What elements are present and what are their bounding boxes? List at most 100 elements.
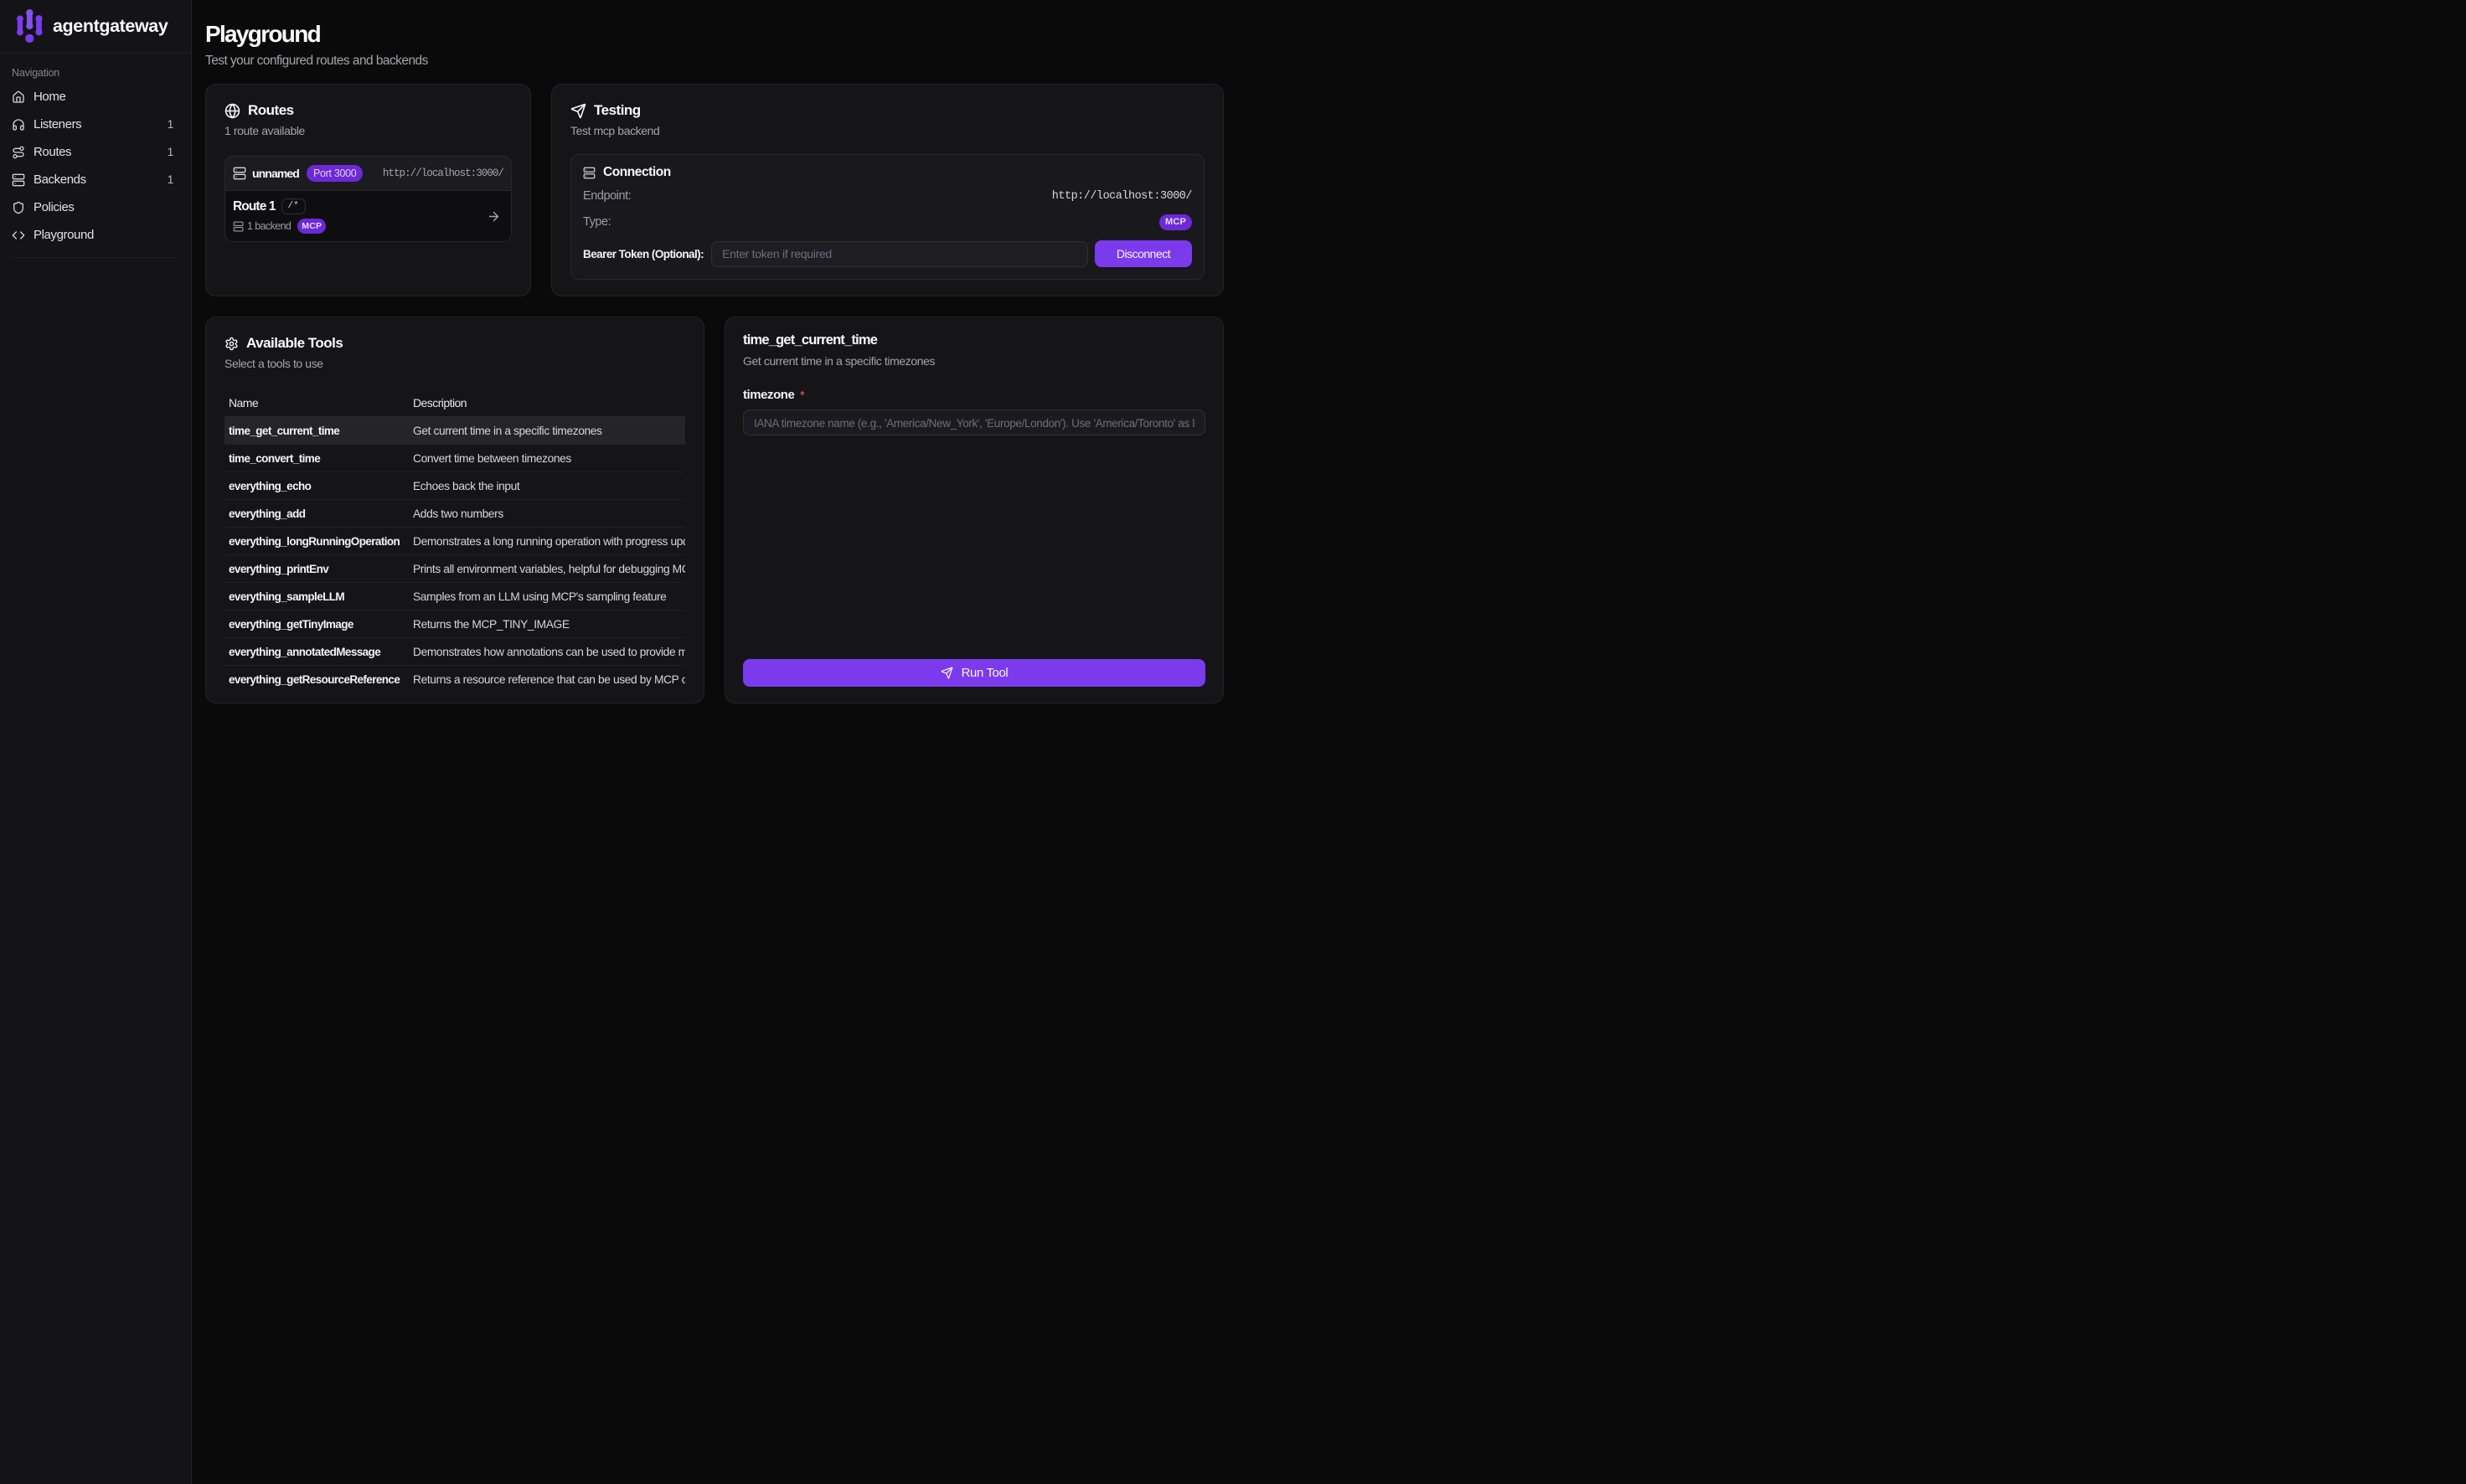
testing-card-subtitle: Test mcp backend [570, 124, 1205, 137]
listener-url: http://localhost:3000/ [383, 167, 503, 179]
page-subtitle: Test your configured routes and backends [205, 51, 1224, 70]
listener-group: unnamed Port 3000 http://localhost:3000/… [224, 156, 512, 242]
disconnect-button[interactable]: Disconnect [1095, 240, 1192, 267]
sidebar-item-playground[interactable]: Playground [12, 221, 179, 249]
type-label: Type: [583, 215, 611, 229]
listener-name: unnamed [252, 167, 299, 180]
tool-row-time_get_current_time[interactable]: time_get_current_time Get current time i… [224, 417, 685, 445]
bearer-token-input[interactable] [711, 241, 1088, 267]
timezone-input[interactable] [743, 410, 1205, 435]
tool-row-everything_getTinyImage[interactable]: everything_getTinyImage Returns the MCP_… [224, 611, 685, 638]
nav-section-label: Navigation [12, 67, 179, 79]
headphones-icon [12, 118, 25, 131]
tool-description-cell: Demonstrates a long running operation wi… [409, 535, 685, 548]
tools-card-title: Available Tools [246, 335, 343, 352]
sidebar-item-backends[interactable]: Backends 1 [12, 166, 179, 193]
route-row[interactable]: Route 1 /* 1 backend MCP [225, 190, 511, 241]
testing-card-title: Testing [594, 102, 641, 119]
sidebar-nav: Home Listeners 1 Routes 1 Backends 1 Pol… [12, 83, 179, 249]
required-asterisk: * [800, 389, 804, 401]
sidebar: agentgateway Navigation Home Listeners 1… [0, 0, 192, 1484]
sidebar-item-count: 1 [168, 146, 173, 158]
type-row: Type: MCP [583, 212, 1192, 232]
sidebar-item-count: 1 [168, 173, 173, 186]
param-label-timezone: timezone * [743, 388, 1205, 402]
bearer-token-row: Bearer Token (Optional): Disconnect [583, 240, 1192, 267]
tool-name-cell: time_convert_time [224, 452, 409, 465]
server-icon [233, 167, 246, 180]
shield-icon [12, 201, 25, 214]
sidebar-item-label: Policies [34, 200, 75, 214]
run-tool-button[interactable]: Run Tool [743, 659, 1205, 687]
selected-tool-title: time_get_current_time [743, 332, 1205, 348]
tool-name-cell: everything_sampleLLM [224, 590, 409, 603]
testing-card: Testing Test mcp backend Connection Endp… [551, 84, 1224, 296]
tool-description-cell: Adds two numbers [409, 508, 685, 520]
route-backend-count: 1 backend [247, 220, 291, 232]
tools-table-header: Name Description [224, 394, 685, 417]
tool-row-everything_add[interactable]: everything_add Adds two numbers [224, 500, 685, 528]
sidebar-item-listeners[interactable]: Listeners 1 [12, 111, 179, 138]
top-cards-row: Routes 1 route available unnamed Port 30… [205, 84, 1224, 296]
sidebar-divider [12, 257, 179, 258]
server-icon [583, 167, 596, 179]
routes-card-subtitle: 1 route available [224, 124, 512, 137]
page-title: Playground [205, 19, 1224, 49]
tool-row-everything_getResourceReference[interactable]: everything_getResourceReference Returns … [224, 666, 685, 693]
sidebar-section: Navigation Home Listeners 1 Routes 1 Bac… [0, 67, 191, 258]
settings-icon [224, 337, 239, 351]
globe-icon [224, 103, 240, 119]
tool-name-cell: everything_getResourceReference [224, 673, 409, 686]
tool-row-everything_sampleLLM[interactable]: everything_sampleLLM Samples from an LLM… [224, 583, 685, 611]
tool-row-everything_echo[interactable]: everything_echo Echoes back the input [224, 472, 685, 500]
listener-header: unnamed Port 3000 http://localhost:3000/ [225, 157, 511, 190]
tool-row-time_convert_time[interactable]: time_convert_time Convert time between t… [224, 445, 685, 472]
tool-description-cell: Get current time in a specific timezones [409, 425, 685, 437]
type-badge: MCP [1159, 214, 1192, 230]
sidebar-item-routes[interactable]: Routes 1 [12, 138, 179, 166]
sidebar-item-label: Listeners [34, 117, 81, 131]
selected-tool-description: Get current time in a specific timezones [743, 354, 1205, 368]
sidebar-item-policies[interactable]: Policies [12, 193, 179, 221]
tools-card-header: Available Tools [224, 335, 685, 352]
column-header-name: Name [224, 394, 409, 410]
tool-name-cell: everything_getTinyImage [224, 618, 409, 631]
tool-description-cell: Prints all environment variables, helpfu… [409, 563, 685, 575]
sidebar-item-label: Home [34, 90, 65, 104]
tool-name-cell: everything_longRunningOperation [224, 535, 409, 548]
tool-description-cell: Returns the MCP_TINY_IMAGE [409, 618, 685, 631]
tool-row-everything_longRunningOperation[interactable]: everything_longRunningOperation Demonstr… [224, 528, 685, 555]
main-content: Playground Test your configured routes a… [192, 0, 1233, 703]
sidebar-item-label: Backends [34, 173, 86, 187]
tool-row-everything_annotatedMessage[interactable]: everything_annotatedMessage Demonstrates… [224, 638, 685, 666]
tool-name-cell: everything_printEnv [224, 563, 409, 575]
listener-port-badge: Port 3000 [307, 165, 364, 182]
brand-name: agentgateway [53, 16, 168, 37]
connection-box: Connection Endpoint: http://localhost:30… [570, 154, 1205, 280]
routes-card-title: Routes [248, 102, 294, 119]
sidebar-item-label: Routes [34, 145, 71, 159]
tool-description-cell: Echoes back the input [409, 480, 685, 492]
tool-row-everything_printEnv[interactable]: everything_printEnv Prints all environme… [224, 555, 685, 583]
route-name: Route 1 [233, 199, 276, 214]
send-icon [570, 103, 586, 119]
route-title-line: Route 1 /* [233, 198, 503, 214]
sidebar-item-home[interactable]: Home [12, 83, 179, 111]
server-icon [12, 173, 25, 187]
sidebar-item-label: Playground [34, 228, 94, 242]
tools-card-subtitle: Select a tools to use [224, 357, 685, 370]
sidebar-item-count: 1 [168, 118, 173, 131]
route-icon [12, 146, 25, 159]
agentgateway-logo-icon [17, 9, 43, 44]
route-type-badge: MCP [297, 219, 326, 234]
tool-name-cell: everything_add [224, 508, 409, 520]
param-name: timezone [743, 388, 794, 402]
bearer-token-label: Bearer Token (Optional): [583, 248, 704, 260]
endpoint-label: Endpoint: [583, 189, 631, 203]
testing-card-header: Testing [570, 102, 1205, 119]
code-icon [12, 229, 25, 242]
endpoint-value: http://localhost:3000/ [1052, 190, 1192, 203]
tool-name-cell: everything_echo [224, 480, 409, 492]
tool-description-cell: Demonstrates how annotations can be used… [409, 646, 685, 658]
arrow-right-icon [487, 209, 501, 224]
